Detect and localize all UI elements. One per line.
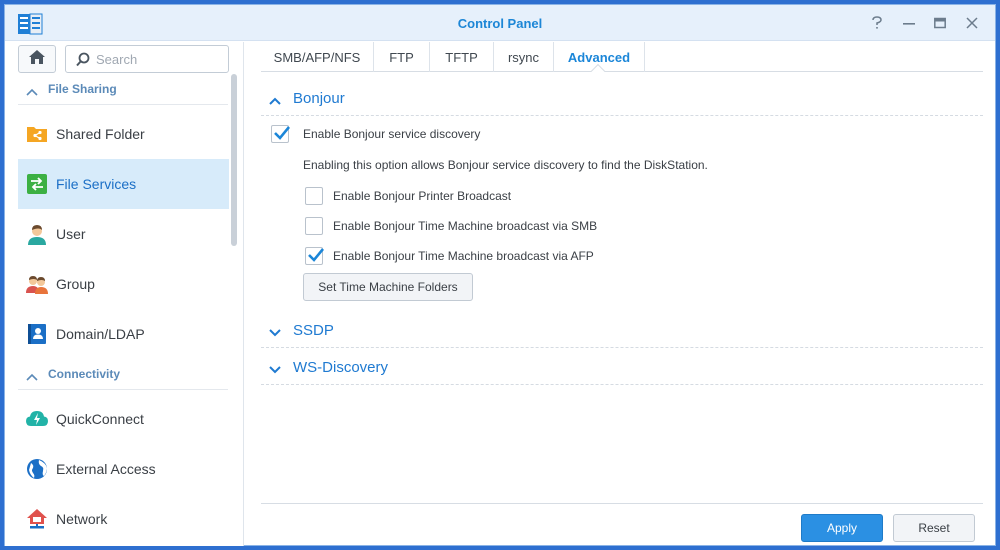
set-time-machine-folders-button[interactable]: Set Time Machine Folders	[303, 273, 473, 301]
tab-label: SMB/AFP/NFS	[273, 50, 361, 65]
enable-bonjour-label: Enable Bonjour service discovery	[303, 127, 481, 141]
section-header-ssdp[interactable]: SSDP	[261, 312, 983, 348]
quickconnect-icon	[26, 408, 48, 430]
group-header-connectivity[interactable]: Connectivity	[18, 360, 228, 390]
control-panel-window: Control Panel Search File Sharing Shared…	[4, 4, 996, 546]
chevron-up-icon	[26, 368, 38, 386]
group-icon	[26, 273, 48, 295]
sidebar-item-label: User	[56, 226, 86, 242]
search-icon	[76, 52, 91, 72]
file-services-icon	[26, 173, 48, 195]
section-title: Bonjour	[293, 90, 345, 107]
enable-bonjour-checkbox[interactable]	[271, 125, 291, 143]
section-header-ws-discovery[interactable]: WS-Discovery	[261, 349, 983, 385]
tab-label: TFTP	[445, 50, 478, 65]
chevron-down-icon	[269, 361, 281, 379]
chevron-up-icon	[269, 92, 281, 110]
reset-button[interactable]: Reset	[893, 514, 975, 542]
tab-label: Advanced	[567, 50, 631, 65]
sidebar-item-label: QuickConnect	[56, 411, 144, 427]
sidebar-item-network[interactable]: Network	[18, 494, 229, 544]
sidebar-item-shared-folder[interactable]: Shared Folder	[18, 109, 229, 159]
sidebar-item-label: Network	[56, 511, 108, 527]
bonjour-description: Enabling this option allows Bonjour serv…	[303, 158, 708, 172]
help-icon[interactable]	[867, 13, 887, 33]
section-title: SSDP	[293, 322, 334, 339]
close-icon[interactable]	[962, 13, 982, 33]
main-content: SMB/AFP/NFS FTP TFTP rsync Advanced Bonj…	[245, 42, 995, 546]
external-access-icon	[26, 458, 48, 480]
domain-ldap-icon	[26, 323, 48, 345]
time-machine-smb-label: Enable Bonjour Time Machine broadcast vi…	[333, 219, 598, 233]
minimize-icon[interactable]	[899, 13, 919, 33]
tab-label: FTP	[389, 50, 414, 65]
sidebar-item-quickconnect[interactable]: QuickConnect	[18, 394, 229, 444]
time-machine-afp-label: Enable Bonjour Time Machine broadcast vi…	[333, 249, 594, 263]
printer-broadcast-label: Enable Bonjour Printer Broadcast	[333, 189, 512, 203]
network-icon	[26, 508, 48, 530]
checkmark-icon	[308, 248, 325, 262]
sidebar-item-group[interactable]: Group	[18, 259, 229, 309]
home-button[interactable]	[18, 45, 56, 73]
section-header-bonjour[interactable]: Bonjour	[261, 80, 983, 116]
sidebar-item-domain-ldap[interactable]: Domain/LDAP	[18, 309, 229, 359]
footer-divider	[261, 503, 983, 504]
search-box[interactable]	[65, 45, 229, 73]
group-label: File Sharing	[48, 82, 117, 96]
section-title: WS-Discovery	[293, 359, 389, 376]
sidebar-item-label: Group	[56, 276, 95, 292]
tab-label: rsync	[507, 50, 540, 65]
tab-ftp[interactable]: FTP	[374, 42, 430, 72]
maximize-icon[interactable]	[930, 13, 950, 33]
chevron-down-icon	[269, 324, 281, 342]
time-machine-smb-checkbox[interactable]	[305, 217, 323, 235]
tab-tftp[interactable]: TFTP	[430, 42, 494, 72]
sidebar-item-label: Shared Folder	[56, 126, 145, 142]
title-bar: Control Panel	[5, 5, 995, 41]
sidebar-item-label: External Access	[56, 461, 156, 477]
sidebar-item-user[interactable]: User	[18, 209, 229, 259]
tab-smb-afp-nfs[interactable]: SMB/AFP/NFS	[261, 42, 374, 72]
sidebar: File Sharing Shared Folder File Services…	[5, 42, 244, 546]
user-icon	[26, 223, 48, 245]
printer-broadcast-checkbox[interactable]	[305, 187, 323, 205]
sidebar-scrollbar[interactable]	[231, 74, 237, 246]
group-header-file-sharing[interactable]: File Sharing	[18, 75, 228, 105]
tab-bar: SMB/AFP/NFS FTP TFTP rsync Advanced	[261, 42, 983, 72]
group-label: Connectivity	[48, 367, 121, 381]
tab-rsync[interactable]: rsync	[494, 42, 554, 72]
sidebar-item-label: File Services	[56, 176, 137, 192]
home-icon	[28, 49, 46, 70]
checkmark-icon	[274, 126, 291, 140]
sidebar-item-file-services[interactable]: File Services	[18, 159, 229, 209]
search-input[interactable]	[96, 50, 222, 68]
chevron-up-icon	[26, 83, 38, 101]
apply-button[interactable]: Apply	[801, 514, 883, 542]
sidebar-item-label: Domain/LDAP	[56, 326, 145, 342]
window-title: Control Panel	[457, 16, 543, 31]
shared-folder-icon	[26, 123, 48, 145]
sidebar-item-external-access[interactable]: External Access	[18, 444, 229, 494]
time-machine-afp-checkbox[interactable]	[305, 247, 325, 265]
